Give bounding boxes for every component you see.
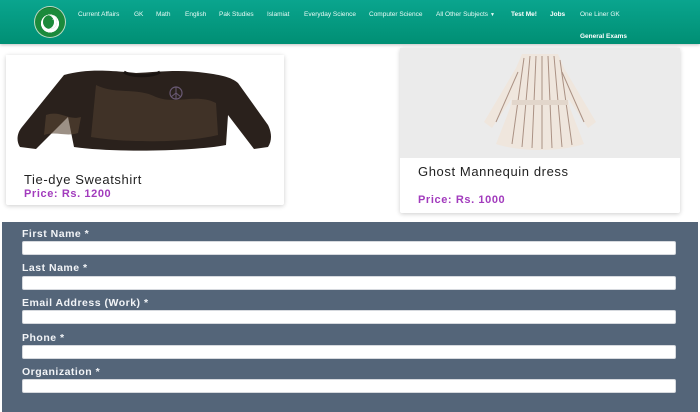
product-price: Price: Rs. 1200 bbox=[24, 188, 112, 200]
nav-item-math[interactable]: Math bbox=[156, 11, 170, 18]
nav-item-current-affairs[interactable]: Current Affairs bbox=[78, 11, 119, 18]
sweatshirt-illustration bbox=[17, 70, 272, 151]
first-name-label: First Name * bbox=[22, 228, 90, 240]
nav-item-english[interactable]: English bbox=[185, 11, 206, 18]
organization-field[interactable] bbox=[22, 379, 676, 393]
nav-item-everyday-science[interactable]: Everyday Science bbox=[304, 11, 356, 18]
product-card-dress[interactable]: Ghost Mannequin dress Price: Rs. 1000 bbox=[400, 48, 680, 213]
nav-item-gk[interactable]: GK bbox=[134, 11, 143, 18]
dress-image[interactable] bbox=[400, 48, 680, 158]
email-label: Email Address (Work) * bbox=[22, 297, 149, 309]
nav-item-test-me[interactable]: Test Me! bbox=[511, 11, 537, 18]
product-price: Price: Rs. 1000 bbox=[418, 194, 506, 206]
dress-illustration bbox=[484, 54, 596, 150]
product-title[interactable]: Tie-dye Sweatshirt bbox=[24, 173, 264, 187]
last-name-field[interactable] bbox=[22, 276, 676, 290]
site-logo[interactable]: ★ bbox=[34, 6, 66, 38]
nav-item-all-other-subjects[interactable]: All Other Subjects ▼ bbox=[436, 11, 495, 18]
nav-item-islamiat[interactable]: Islamiat bbox=[267, 11, 289, 18]
last-name-label: Last Name * bbox=[22, 262, 88, 274]
caret-down-icon: ▼ bbox=[490, 12, 495, 18]
phone-field[interactable] bbox=[22, 345, 676, 359]
nav-item-computer-science[interactable]: Computer Science bbox=[369, 11, 422, 18]
sweatshirt-image[interactable] bbox=[6, 55, 284, 155]
first-name-field[interactable] bbox=[22, 241, 676, 255]
top-navbar: ★ Current Affairs GK Math English Pak St… bbox=[0, 0, 700, 44]
nav-item-one-liner-gk[interactable]: One Liner GK bbox=[580, 11, 620, 18]
nav-item-jobs[interactable]: Jobs bbox=[550, 11, 565, 18]
product-card-sweatshirt[interactable]: Tie-dye Sweatshirt Price: Rs. 1200 bbox=[6, 55, 284, 205]
phone-label: Phone * bbox=[22, 332, 65, 344]
registration-form: First Name * Last Name * Email Address (… bbox=[2, 222, 698, 412]
product-title[interactable]: Ghost Mannequin dress bbox=[418, 165, 618, 179]
email-field[interactable] bbox=[22, 310, 676, 324]
nav-item-all-other-subjects-label: All Other Subjects bbox=[436, 11, 489, 18]
nav-item-pak-studies[interactable]: Pak Studies bbox=[219, 11, 254, 18]
organization-label: Organization * bbox=[22, 366, 101, 378]
star-icon: ★ bbox=[51, 14, 58, 22]
nav-item-general-exams[interactable]: General Exams bbox=[580, 33, 627, 40]
